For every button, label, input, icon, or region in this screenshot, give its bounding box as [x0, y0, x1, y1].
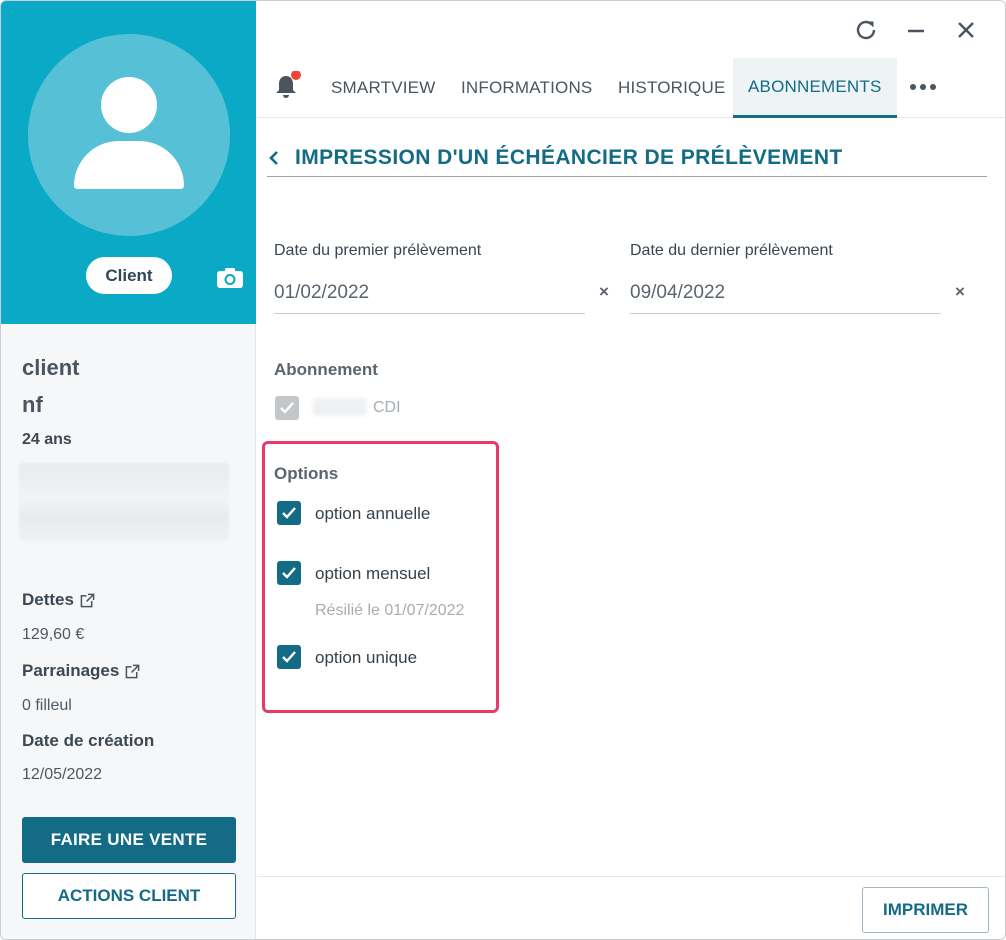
minimize-icon [908, 29, 924, 33]
tab-historique[interactable]: HISTORIQUE [618, 58, 725, 118]
client-age: 24 ans [22, 431, 72, 448]
referrals-link[interactable]: Parrainages [22, 661, 141, 681]
tab-smartview[interactable]: SMARTVIEW [331, 58, 435, 118]
option-single-checkbox[interactable] [277, 645, 301, 669]
last-date-label: Date du dernier prélèvement [630, 242, 833, 259]
app-window: Client client nf 24 ans Dettes 129,60 € … [0, 0, 1006, 940]
redacted-contact-info [19, 463, 229, 541]
page-header: IMPRESSION D'UN ÉCHÉANCIER DE PRÉLÈVEMEN… [267, 139, 987, 177]
profile-header: Client [1, 1, 256, 324]
external-link-icon [80, 592, 95, 607]
minimize-button[interactable] [901, 15, 931, 45]
check-icon [282, 567, 296, 579]
tab-informations[interactable]: INFORMATIONS [461, 58, 592, 118]
debts-link[interactable]: Dettes [22, 590, 95, 610]
tab-abonnements[interactable]: ABONNEMENTS [733, 58, 897, 118]
option-monthly-checkbox[interactable] [277, 561, 301, 585]
referrals-label: Parrainages [22, 661, 120, 680]
print-button[interactable]: IMPRIMER [862, 887, 989, 933]
refresh-icon [856, 20, 876, 40]
redacted-subscription-name [313, 398, 367, 416]
client-sidebar: Client client nf 24 ans Dettes 129,60 € … [1, 1, 256, 939]
check-icon [282, 507, 296, 519]
notification-bell-icon[interactable] [273, 71, 301, 101]
client-first-name: client [22, 355, 80, 380]
more-options-icon[interactable] [906, 73, 940, 101]
chevron-left-icon[interactable] [267, 149, 281, 167]
referrals-value: 0 filleul [22, 697, 72, 714]
clear-first-date-icon[interactable]: × [599, 282, 609, 302]
avatar [28, 34, 230, 236]
option-single-label: option unique [315, 648, 418, 667]
external-link-icon [126, 663, 141, 678]
last-date-input[interactable]: 09/04/2022 [630, 272, 941, 314]
make-sale-button[interactable]: FAIRE UNE VENTE [22, 817, 236, 863]
option-annual-label: option annuelle [315, 504, 431, 523]
option-monthly-termination-note: Résilié le 01/07/2022 [315, 602, 465, 619]
refresh-button[interactable] [851, 15, 881, 45]
first-date-input[interactable]: 01/02/2022 [274, 272, 585, 314]
option-annual-checkbox[interactable] [277, 501, 301, 525]
subscription-item-label: CDI [373, 399, 401, 416]
options-section-label: Options [274, 464, 339, 483]
creation-date-value: 12/05/2022 [22, 766, 103, 783]
first-date-label: Date du premier prélèvement [274, 242, 482, 259]
subscription-checkbox [275, 396, 299, 420]
client-last-name: nf [22, 392, 43, 417]
close-button[interactable] [951, 15, 981, 45]
option-monthly-label: option mensuel [315, 564, 431, 583]
subscription-section-label: Abonnement [274, 360, 378, 379]
creation-date-label: Date de création [22, 731, 155, 750]
client-actions-button[interactable]: ACTIONS CLIENT [22, 873, 236, 919]
close-icon [958, 22, 974, 38]
avatar-person-icon [101, 77, 157, 133]
camera-icon[interactable] [216, 267, 244, 289]
page-title: IMPRESSION D'UN ÉCHÉANCIER DE PRÉLÈVEMEN… [295, 145, 843, 169]
check-icon [280, 402, 294, 414]
check-icon [282, 651, 296, 663]
debts-label: Dettes [22, 590, 74, 609]
clear-last-date-icon[interactable]: × [955, 282, 965, 302]
client-type-badge: Client [86, 257, 172, 294]
debts-value: 129,60 € [22, 626, 85, 643]
